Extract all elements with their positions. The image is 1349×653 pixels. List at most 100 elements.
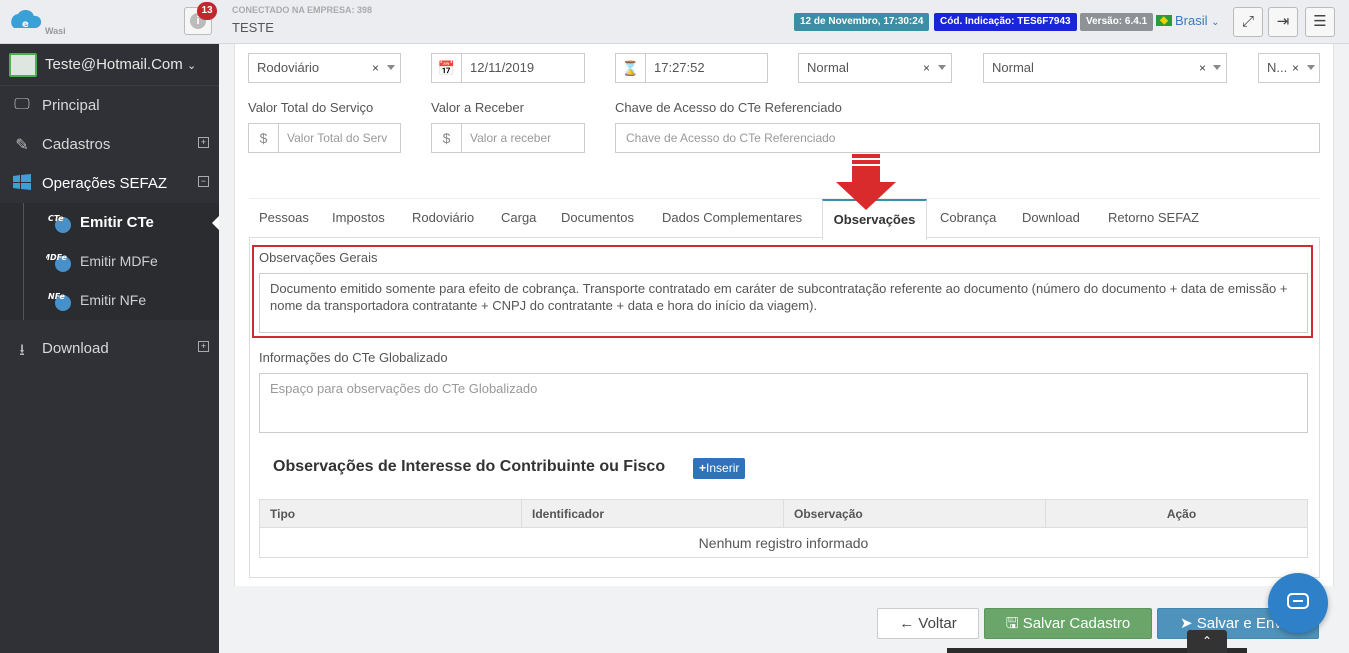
tab-rodoviario[interactable]: Rodoviário (412, 199, 474, 239)
tab-impostos[interactable]: Impostos (332, 199, 385, 239)
brazil-flag-icon (1156, 15, 1172, 26)
expand-plus-icon: + (198, 341, 209, 352)
type-select-2[interactable]: Normal × (983, 53, 1227, 83)
company-label: CONECTADO NA EMPRESA: 398 (232, 5, 373, 15)
nfe-icon: NFe (48, 292, 71, 311)
hourglass-icon: ⌛ (616, 54, 646, 82)
caret-down-icon (1213, 65, 1221, 70)
menu-icon: ☰ (1313, 13, 1327, 30)
expand-plus-icon: + (198, 137, 209, 148)
column-header-acao: Ação (1045, 499, 1308, 528)
sidebar-item-principal[interactable]: 🖵 Principal (0, 86, 219, 125)
time-input[interactable]: ⌛ 17:27:52 (615, 53, 768, 83)
chevron-up-icon: ⌃ (1201, 634, 1213, 648)
table-row: Nenhum registro informado (259, 527, 1308, 558)
mdfe-icon: MDFe (46, 253, 71, 272)
tab-documentos[interactable]: Documentos (561, 199, 634, 239)
fullscreen-button[interactable]: ⤢ (1233, 7, 1263, 37)
user-email: Teste@Hotmail.Com ⌄ (45, 56, 197, 73)
scroll-top-button[interactable]: ⌃ (1187, 630, 1227, 653)
column-header-observacao: Observação (783, 499, 1046, 528)
logo-text: Wasi (45, 26, 66, 36)
insert-button[interactable]: +Inserir (693, 458, 746, 479)
tab-pessoas[interactable]: Pessoas (259, 199, 309, 239)
download-icon: ⭳ (19, 342, 25, 359)
arrow-left-icon: ← (899, 615, 915, 632)
highlight-box (252, 245, 1313, 338)
type-select-3[interactable]: N... × (1258, 53, 1320, 83)
tab-bar: Pessoas Impostos Rodoviário Carga Docume… (249, 198, 1320, 240)
sidebar-item-operacoes-sefaz[interactable]: Operações SEFAZ − (0, 164, 219, 203)
avatar (9, 53, 37, 77)
empty-message: Nenhum registro informado (259, 527, 1308, 558)
edit-icon: ✎ (15, 137, 29, 154)
chave-acesso-input[interactable]: Chave de Acesso do CTe Referenciado (615, 123, 1320, 153)
red-arrow-icon (836, 154, 896, 210)
chevron-down-icon: ⌄ (1211, 17, 1220, 28)
clear-icon[interactable]: × (372, 54, 379, 82)
svg-text:e: e (22, 19, 29, 30)
save-button[interactable]: 🖫 Salvar Cadastro (984, 608, 1152, 639)
chevron-down-icon: ⌄ (186, 60, 197, 72)
expand-icon: ⤢ (1241, 13, 1254, 30)
column-header-tipo: Tipo (259, 499, 522, 528)
dollar-icon: $ (249, 124, 279, 152)
cte-icon: CTe (48, 214, 71, 233)
tab-download[interactable]: Download (1022, 199, 1080, 239)
clear-icon[interactable]: × (1199, 54, 1206, 82)
user-menu[interactable]: Teste@Hotmail.Com ⌄ (0, 44, 219, 86)
notifications-button[interactable]: i 13 (184, 2, 217, 35)
caret-down-icon (1307, 65, 1315, 70)
valor-total-label: Valor Total do Serviço (248, 100, 374, 115)
logout-button[interactable]: ⇥ (1268, 7, 1298, 37)
floppy-icon: 🖫 (1005, 615, 1019, 632)
valor-receber-input[interactable]: $ Valor a receber (431, 123, 585, 153)
type-select-1[interactable]: Normal × (798, 53, 952, 83)
sidebar-item-cadastros[interactable]: ✎ Cadastros + (0, 125, 219, 164)
caret-down-icon (387, 65, 395, 70)
svg-text:NFe: NFe (48, 292, 66, 301)
svg-text:CTe: CTe (48, 214, 64, 223)
calendar-icon: 📅 (432, 54, 462, 82)
column-header-identificador: Identificador (521, 499, 784, 528)
tab-dados-complementares[interactable]: Dados Complementares (662, 199, 802, 239)
logout-icon: ⇥ (1276, 13, 1290, 30)
collapse-minus-icon: − (198, 176, 209, 187)
cte-globalizado-textarea[interactable]: Espaço para observações do CTe Globaliza… (259, 373, 1308, 433)
dollar-icon: $ (432, 124, 462, 152)
company-name: TESTE (232, 20, 274, 35)
modal-select[interactable]: Rodoviário × (248, 53, 401, 83)
sidebar-item-download[interactable]: ⭳ Download + (0, 329, 219, 368)
referral-code-tag: Cód. Indicação: TES6F7943 (934, 13, 1077, 31)
menu-button[interactable]: ☰ (1305, 7, 1335, 37)
monitor-icon: 🖵 (14, 96, 30, 113)
windows-icon (12, 174, 32, 192)
tab-retorno-sefaz[interactable]: Retorno SEFAZ (1108, 199, 1199, 239)
date-tag: 12 de Novembro, 17:30:24 (794, 13, 930, 31)
tab-carga[interactable]: Carga (501, 199, 536, 239)
sidebar: Teste@Hotmail.Com ⌄ 🖵 Principal ✎ Cadast… (0, 44, 219, 653)
notification-badge: 13 (197, 2, 217, 20)
observations-table: Tipo Identificador Observação Ação Nenhu… (259, 499, 1308, 558)
section-title: Observações de Interesse do Contribuinte… (273, 458, 666, 475)
sidebar-subitem-emitir-nfe[interactable]: NFe Emitir NFe (0, 281, 219, 320)
language-label: Brasil (1175, 13, 1208, 28)
version-tag: Versão: 6.4.1 (1080, 13, 1154, 31)
top-bar: e Wasi i 13 CONECTADO NA EMPRESA: 398 TE… (0, 0, 1349, 44)
valor-receber-label: Valor a Receber (431, 100, 524, 115)
clear-icon[interactable]: × (1292, 54, 1299, 82)
date-input[interactable]: 📅 12/11/2019 (431, 53, 585, 83)
active-pointer (212, 216, 219, 230)
chave-acesso-label: Chave de Acesso do CTe Referenciado (615, 100, 842, 115)
clear-icon[interactable]: × (923, 54, 930, 82)
sidebar-subitem-emitir-cte[interactable]: CTe Emitir CTe (0, 203, 219, 242)
valor-total-input[interactable]: $ Valor Total do Serv (248, 123, 401, 153)
sidebar-subitem-emitir-mdfe[interactable]: MDFe Emitir MDFe (0, 242, 219, 281)
chat-button[interactable] (1268, 573, 1328, 633)
tab-cobranca[interactable]: Cobrança (940, 199, 996, 239)
plus-icon: + (699, 461, 707, 475)
svg-text:MDFe: MDFe (46, 253, 67, 262)
back-button[interactable]: ← Voltar (877, 608, 979, 639)
language-selector[interactable]: Brasil ⌄ (1156, 13, 1220, 28)
chat-bubble-icon (1287, 593, 1309, 609)
